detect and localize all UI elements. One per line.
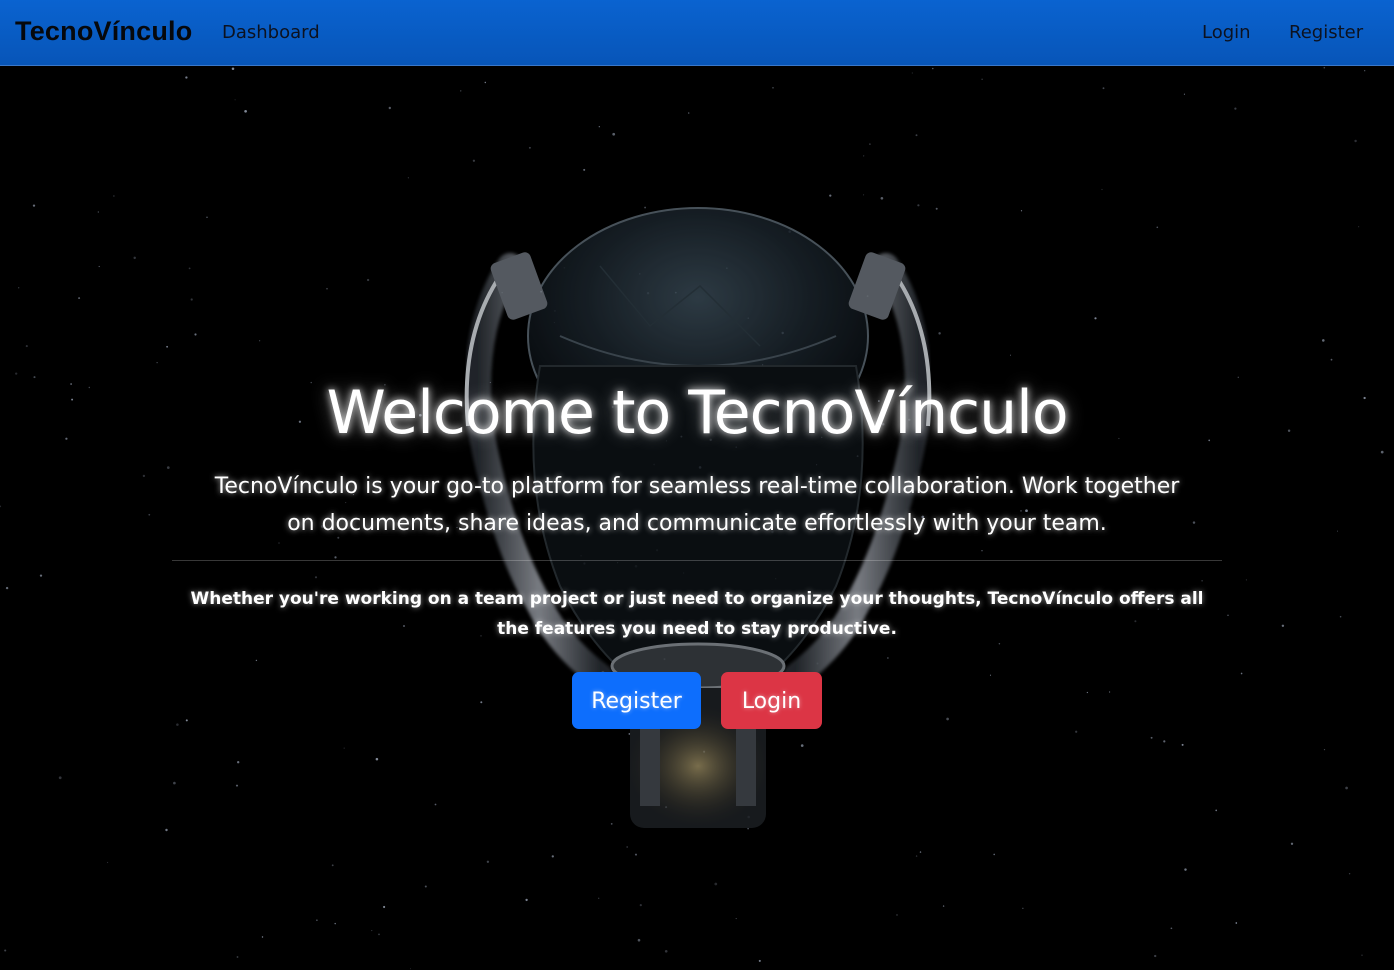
hero-background: Welcome to TecnoVínculo TecnoVínculo is …	[0, 66, 1394, 970]
nav-register-link[interactable]: Register	[1289, 22, 1363, 43]
login-button[interactable]: Login	[721, 672, 822, 729]
register-button[interactable]: Register	[572, 672, 701, 729]
hero-lead-text: TecnoVínculo is your go-to platform for …	[214, 474, 1180, 536]
hero-divider	[172, 560, 1222, 561]
nav-dashboard-link[interactable]: Dashboard	[222, 22, 320, 43]
top-navbar: TecnoVínculo Dashboard Login Register	[0, 0, 1394, 66]
hero-subtext: Whether you're working on a team project…	[190, 589, 1204, 639]
nav-login-link[interactable]: Login	[1202, 22, 1251, 43]
hero-section: Welcome to TecnoVínculo TecnoVínculo is …	[0, 66, 1394, 970]
brand-logo[interactable]: TecnoVínculo	[15, 16, 192, 47]
hero-title: Welcome to TecnoVínculo	[326, 378, 1068, 448]
